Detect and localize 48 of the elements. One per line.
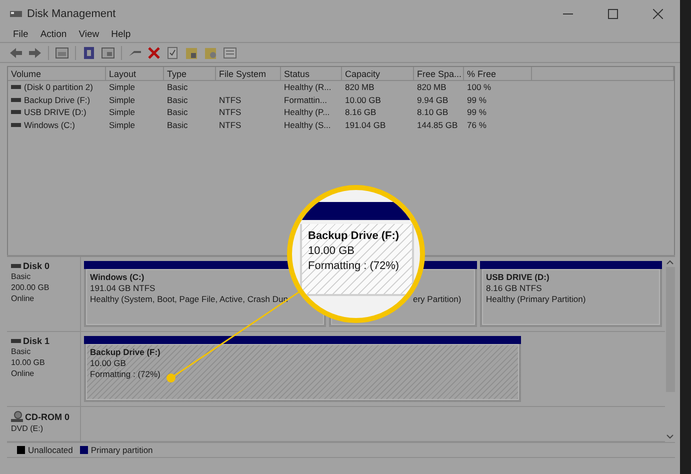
table-cell: NTFS bbox=[219, 107, 242, 118]
partition-title: Windows (C:) bbox=[90, 272, 146, 283]
table-cell: 99 % bbox=[467, 107, 486, 118]
table-cell: Simple bbox=[109, 120, 135, 130]
table-cell: NTFS bbox=[219, 120, 242, 130]
partition-status: Healthy (Primary Partition) bbox=[486, 294, 587, 305]
table-cell: Basic bbox=[167, 82, 188, 92]
disk-type: Basic bbox=[11, 271, 32, 282]
partition-size: 10.00 GB bbox=[90, 358, 127, 369]
disk-type: DVD (E:) bbox=[11, 423, 44, 434]
legend-label: Unallocated bbox=[28, 445, 73, 455]
table-cell: 99 % bbox=[467, 94, 486, 105]
partition-status: ery Partition) bbox=[413, 294, 462, 305]
table-cell: 9.94 GB bbox=[417, 94, 448, 105]
table-cell: Simple bbox=[109, 94, 135, 105]
disk-status: Online bbox=[11, 368, 36, 379]
partition-title: USB DRIVE (D:) bbox=[486, 272, 550, 283]
table-cell: 8.16 GB bbox=[345, 107, 376, 118]
table-cell: NTFS bbox=[219, 94, 242, 105]
table-cell: 191.04 GB bbox=[345, 120, 386, 130]
table-cell: Simple bbox=[109, 82, 135, 92]
table-cell: Healthy (R... bbox=[284, 82, 332, 92]
disk-size: 10.00 GB bbox=[11, 357, 46, 368]
partition-title: Backup Drive (F:) bbox=[90, 347, 162, 358]
table-cell: Healthy (P... bbox=[284, 107, 330, 118]
table-cell: 76 % bbox=[467, 120, 486, 130]
disk-type: Basic bbox=[11, 346, 32, 357]
disk-status: Online bbox=[11, 293, 36, 304]
table-cell: 100 % bbox=[467, 82, 492, 92]
partition-size: 191.04 GB NTFS bbox=[90, 283, 156, 294]
table-cell: 8.10 GB bbox=[417, 107, 448, 118]
table-cell: 10.00 GB bbox=[345, 94, 381, 105]
table-cell: Basic bbox=[167, 120, 188, 130]
disk-size: 200.00 GB bbox=[11, 282, 50, 293]
table-cell: Simple bbox=[109, 107, 135, 118]
partition-size: 10.00 GB bbox=[308, 244, 354, 259]
table-cell: Healthy (S... bbox=[284, 120, 331, 130]
partition-title: Backup Drive (F:) bbox=[308, 229, 400, 244]
table-cell: Formattin... bbox=[284, 94, 327, 105]
table-cell: Basic bbox=[167, 94, 188, 105]
table-cell: 820 MB bbox=[345, 82, 374, 92]
window-title: Disk Management bbox=[27, 8, 116, 20]
partition-size: 8.16 GB NTFS bbox=[486, 283, 543, 294]
table-cell: 820 MB bbox=[417, 82, 446, 92]
partition-status: Formatting : (72%) bbox=[90, 369, 162, 380]
table-cell: Basic bbox=[167, 107, 188, 118]
legend-label: Primary partition bbox=[90, 445, 153, 455]
table-cell: 144.85 GB bbox=[417, 120, 458, 130]
